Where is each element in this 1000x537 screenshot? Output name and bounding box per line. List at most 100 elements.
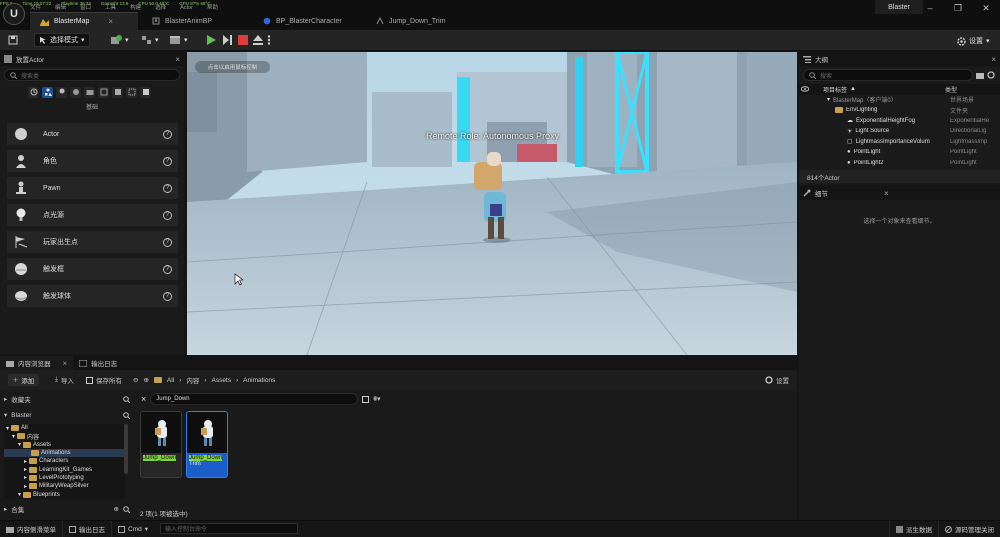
close-icon[interactable]: ×	[991, 55, 996, 64]
asset-search-input[interactable]: Jump_Down	[150, 393, 359, 405]
settings-gear-icon[interactable]	[987, 71, 995, 79]
tab-output-log[interactable]: 输出日志	[73, 356, 123, 370]
search-icon[interactable]	[123, 411, 130, 419]
actor-item-player-start[interactable]: 玩家出生点 ?	[6, 230, 179, 254]
lights-category-icon[interactable]	[56, 86, 67, 98]
geometry-icon[interactable]	[112, 86, 123, 98]
outliner-row[interactable]: ● PointLight2 PointLight	[811, 158, 1000, 169]
level-viewport[interactable]	[187, 52, 797, 355]
project-section[interactable]: ▾ Blaster	[4, 409, 130, 421]
help-icon[interactable]: ?	[163, 210, 172, 220]
add-button[interactable]: + 添加	[8, 374, 40, 386]
basic-category-icon[interactable]	[42, 86, 53, 98]
outliner-row[interactable]: ▾ BlasterMap（客户端0） 世界场景	[811, 95, 1000, 106]
volumes-icon[interactable]	[126, 86, 137, 98]
close-icon[interactable]: ×	[108, 17, 113, 26]
column-label[interactable]: 项目标签 ▲	[811, 85, 945, 94]
actor-item-point-light[interactable]: 点光源 ?	[6, 203, 179, 227]
tab-jump-down-trim[interactable]: Jump_Down_Trim	[366, 12, 476, 30]
breadcrumb-item[interactable]: All	[167, 377, 174, 384]
console-command-input[interactable]: 输入控制台命令	[160, 523, 298, 534]
close-window-icon[interactable]: ✕	[972, 0, 1000, 16]
tab-blastermap[interactable]: BlasterMap ×	[30, 12, 138, 30]
tab-blasteranimbp[interactable]: BlasterAnimBP	[142, 12, 250, 30]
settings-button[interactable]: 设置 ▾	[953, 34, 994, 48]
tree-item[interactable]: ▾ 内容	[4, 432, 126, 441]
breadcrumb-item[interactable]: Assets	[211, 377, 231, 384]
step-icon[interactable]	[222, 35, 232, 45]
maximize-icon[interactable]: ❐	[944, 0, 972, 16]
select-mode-button[interactable]: 选择模式 ▾	[34, 33, 90, 47]
tree-item-selected[interactable]: Animations	[4, 448, 126, 458]
play-options-icon[interactable]	[267, 35, 271, 45]
tab-content-browser[interactable]: 内容浏览器 ×	[0, 356, 74, 370]
search-icon[interactable]	[123, 505, 130, 513]
actor-item-actor[interactable]: Actor ?	[6, 122, 179, 146]
all-classes-icon[interactable]	[140, 86, 151, 98]
collections-section[interactable]: ▸ 合集 ⊕	[4, 503, 130, 515]
close-icon[interactable]: ×	[175, 55, 180, 64]
add-content-button[interactable]: ▾	[107, 33, 133, 47]
help-icon[interactable]: ?	[163, 237, 172, 247]
search-icon[interactable]	[123, 395, 130, 403]
derived-data-button[interactable]: 派生数据	[889, 520, 939, 537]
help-icon[interactable]: ?	[163, 129, 172, 139]
outliner-row[interactable]: ☁ ExponentialHeightFog ExponentialHe	[811, 116, 1000, 127]
outliner-row[interactable]: ● PointLight PointLight	[811, 147, 1000, 158]
tree-item[interactable]: ▸ LevelPrototyping	[4, 474, 126, 482]
play-icon[interactable]	[206, 35, 216, 45]
actor-item-trigger-box[interactable]: 触发框 ?	[6, 257, 179, 281]
outliner-row[interactable]: EnvLighting 文件夹	[811, 105, 1000, 116]
help-icon[interactable]: ?	[163, 264, 172, 274]
shapes-category-icon[interactable]	[70, 86, 81, 98]
column-type[interactable]: 类型	[945, 85, 957, 94]
filter-icon[interactable]: ⩩▾	[373, 395, 380, 404]
close-icon[interactable]: ×	[63, 359, 68, 368]
breadcrumb-item[interactable]: 内容	[186, 375, 199, 385]
source-control-button[interactable]: 源码管理关闭	[939, 521, 1000, 537]
favorites-section[interactable]: ▸ 收藏夹	[4, 393, 130, 405]
history-forward-icon[interactable]: ⊕	[143, 376, 148, 384]
tree-scrollbar[interactable]	[124, 424, 128, 474]
eject-icon[interactable]	[253, 35, 263, 45]
search-classes-input[interactable]: 搜索类	[4, 69, 180, 81]
visual-effects-icon[interactable]	[98, 86, 109, 98]
save-all-button[interactable]: 保存所有	[86, 375, 122, 385]
outliner-row[interactable]: ☀ Light Source DirectionalLig	[811, 126, 1000, 137]
save-icon[interactable]	[8, 35, 18, 45]
help-icon[interactable]: ?	[163, 183, 172, 193]
clear-filter-icon[interactable]: ×	[141, 394, 146, 404]
history-back-icon[interactable]: ⊖	[133, 376, 138, 384]
stop-icon[interactable]	[238, 35, 248, 45]
tree-item[interactable]: ▾ All	[4, 424, 126, 432]
tree-item[interactable]: ▸ Characters	[4, 457, 126, 465]
tree-item[interactable]: ▾ Blueprints	[4, 490, 126, 498]
recent-icon[interactable]	[28, 86, 39, 98]
actor-item-trigger-sphere[interactable]: 触发球体 ?	[6, 284, 179, 308]
minimize-icon[interactable]: –	[916, 0, 944, 16]
cinematics-button[interactable]: ▾	[166, 33, 192, 47]
output-log-button[interactable]: 输出日志	[63, 520, 112, 537]
tree-item[interactable]: ▸ LearningKit_Games	[4, 465, 126, 473]
folder-add-icon[interactable]	[976, 72, 984, 79]
asset-tile-jump-down[interactable]: Jump_Down	[140, 411, 182, 478]
tree-item[interactable]: ▸ MilitaryWeapSilver	[4, 482, 126, 490]
help-icon[interactable]: ?	[163, 291, 172, 301]
help-icon[interactable]: ?	[163, 156, 172, 166]
content-settings-button[interactable]: 设置	[765, 375, 789, 385]
close-icon[interactable]: ×	[884, 189, 889, 198]
tree-item[interactable]: ▾ Assets	[4, 441, 126, 449]
asset-tile-jump-down-trim[interactable]: Jump_Down Trim	[186, 411, 228, 478]
blueprint-menu-button[interactable]: ▾	[137, 33, 163, 47]
save-search-icon[interactable]	[362, 395, 370, 403]
import-button[interactable]: ⤓ 导入	[55, 375, 74, 385]
cinematic-category-icon[interactable]	[84, 86, 95, 98]
content-drawer-button[interactable]: 内容侧滑菜单	[0, 520, 63, 537]
outliner-search-input[interactable]: 搜索	[803, 69, 973, 81]
outliner-row[interactable]: ▢ LightmassImportanceVolum LightmassImp	[811, 137, 1000, 148]
unreal-logo[interactable]: U	[3, 3, 25, 25]
actor-item-character[interactable]: 角色 ?	[6, 149, 179, 173]
breadcrumb-item[interactable]: Animations	[243, 377, 275, 384]
tab-bp-blastercharacter[interactable]: BP_BlasterCharacter	[253, 12, 365, 30]
cmd-selector[interactable]: Cmd ▾	[112, 521, 154, 537]
